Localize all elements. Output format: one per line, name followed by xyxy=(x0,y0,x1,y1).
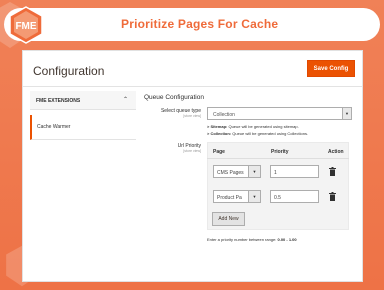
save-config-button[interactable]: Save Config xyxy=(307,60,355,77)
divider xyxy=(23,86,362,87)
note-sitemap: > Sitemap: Queue will be generated using… xyxy=(207,124,299,129)
fme-logo-icon: FME xyxy=(9,6,43,44)
chevron-down-icon[interactable]: ▼ xyxy=(342,108,351,119)
section-title: Queue Configuration xyxy=(144,94,204,101)
chevron-up-icon[interactable]: ⌃ xyxy=(123,96,128,103)
add-new-button[interactable]: Add New xyxy=(212,212,245,226)
column-header-priority: Priority xyxy=(271,149,289,155)
hint-prefix: Enter a priority number between range: xyxy=(207,237,277,242)
chevron-down-icon[interactable]: ▼ xyxy=(248,191,260,202)
row-1-priority-input[interactable]: 1 xyxy=(270,165,319,178)
url-priority-scope: [store view] xyxy=(183,149,201,153)
column-header-action: Action xyxy=(328,149,344,155)
queue-type-label: Select queue type [store view] xyxy=(143,108,201,119)
trash-icon[interactable] xyxy=(329,167,336,176)
note-collection: > Collection: Queue will be generated us… xyxy=(207,131,308,136)
queue-type-select[interactable]: Collection xyxy=(207,107,352,120)
sidebar-item-cache-warmer[interactable]: Cache Warmer xyxy=(30,115,136,140)
table-header-divider xyxy=(207,158,349,159)
priority-range-hint: Enter a priority number between range: 0… xyxy=(207,237,297,242)
note-sitemap-text: Queue will be generated using sitemap. xyxy=(228,124,299,129)
hint-range: 0.00 - 1.00 xyxy=(277,237,297,242)
logo-text: FME xyxy=(15,21,36,32)
note-collection-key: > Collection: xyxy=(207,131,232,136)
column-header-page: Page xyxy=(213,149,225,155)
chevron-down-icon[interactable]: ▼ xyxy=(248,166,260,177)
row-2-priority-input[interactable]: 0.5 xyxy=(270,190,319,203)
url-priority-label: Url Priority [store view] xyxy=(143,143,201,154)
trash-icon[interactable] xyxy=(329,192,336,201)
sidebar-section-fme-extensions[interactable]: FME EXTENSIONS xyxy=(30,91,136,110)
note-collection-text: Queue will be generated using Collection… xyxy=(232,131,309,136)
queue-type-scope: [store view] xyxy=(183,114,201,118)
configuration-title: Configuration xyxy=(33,64,105,78)
page-title: Prioritize Pages For Cache xyxy=(121,17,279,31)
note-sitemap-key: > Sitemap: xyxy=(207,124,228,129)
